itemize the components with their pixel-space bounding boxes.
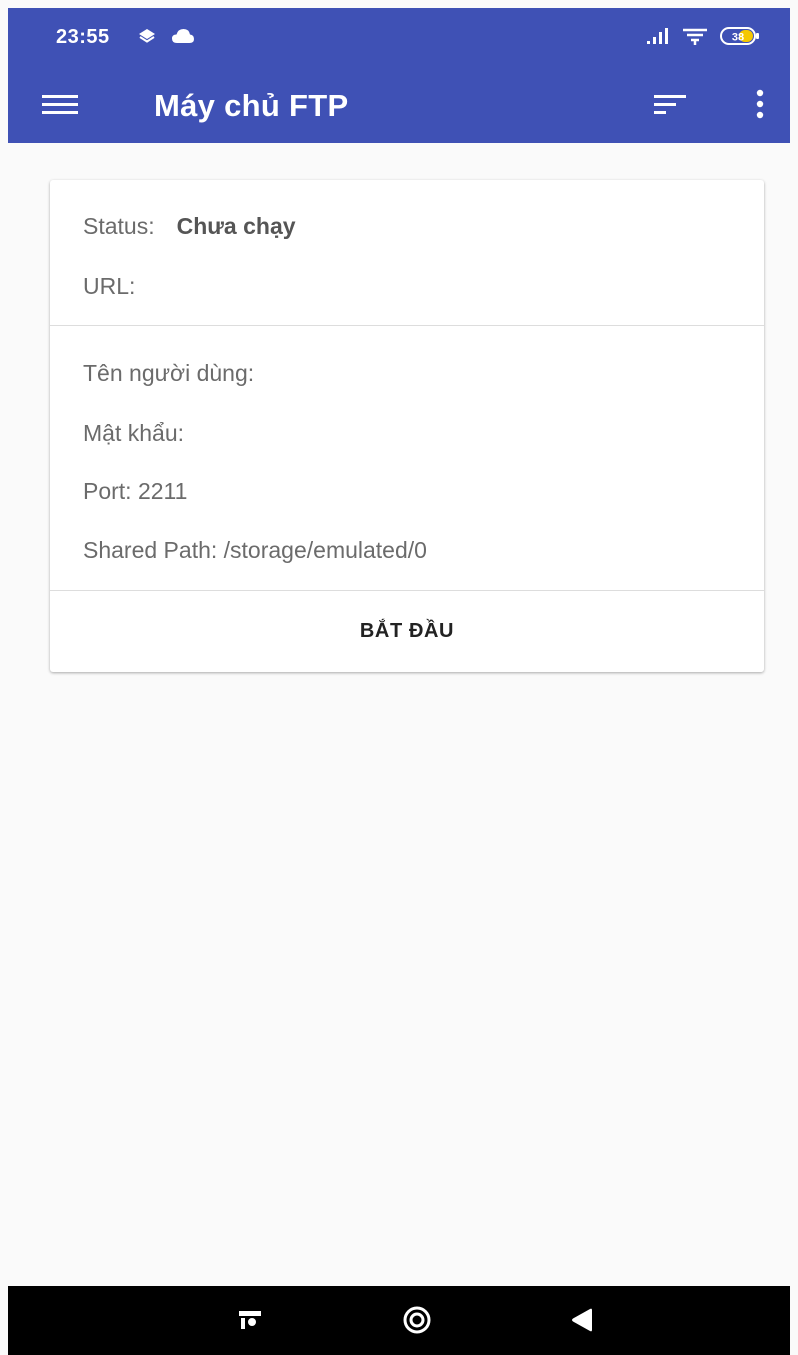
page-title: Máy chủ FTP (154, 88, 349, 123)
status-value: Chưa chạy (176, 213, 296, 239)
port-row: Port: 2211 (83, 478, 187, 505)
menu-icon (40, 92, 80, 121)
password-label: Mật khẩu: (83, 420, 184, 446)
status-label: Status: (83, 213, 155, 239)
wifi-icon (680, 26, 710, 46)
sort-button[interactable] (648, 84, 692, 128)
home-button[interactable] (397, 1302, 437, 1342)
status-bar: 23:55 38 (8, 8, 790, 66)
ftp-server-card: Status: Chưa chạy URL: Tên người dùng: Mậ… (50, 180, 764, 672)
app-bar: 23:55 38 Máy chủ FTP (8, 8, 790, 143)
back-icon (568, 1306, 596, 1339)
more-options-button[interactable] (738, 84, 782, 128)
more-vert-icon (755, 89, 765, 124)
toolbar: Máy chủ FTP (8, 66, 790, 143)
url-row: URL: (83, 273, 135, 300)
cloud-icon (170, 26, 196, 46)
username-label: Tên người dùng: (83, 360, 255, 386)
recents-button[interactable] (230, 1302, 270, 1342)
shared-path-text: Shared Path: /storage/emulated/0 (83, 537, 427, 563)
back-button[interactable] (562, 1302, 602, 1342)
battery-level-text: 38 (732, 32, 744, 44)
recents-icon (237, 1309, 263, 1336)
status-row: Status: Chưa chạy (83, 213, 296, 240)
screen: 23:55 38 Máy chủ FTP Status: Chưa chạy U… (0, 0, 798, 1355)
port-text: Port: 2211 (83, 478, 188, 504)
url-label: URL: (83, 273, 136, 299)
sort-icon (652, 92, 688, 121)
home-icon (401, 1304, 433, 1341)
config-section: Tên người dùng: Mật khẩu: Port: 2211 Sha… (50, 326, 764, 591)
signal-icon (644, 26, 674, 46)
menu-button[interactable] (38, 84, 82, 128)
status-time: 23:55 (56, 26, 110, 48)
start-button[interactable]: BẮT ĐẦU (50, 591, 764, 672)
shared-path-row: Shared Path: /storage/emulated/0 (83, 537, 427, 564)
password-row: Mật khẩu: (83, 420, 184, 447)
navigation-bar (8, 1286, 790, 1355)
username-row: Tên người dùng: (83, 360, 254, 387)
layers-icon (136, 26, 158, 46)
status-section: Status: Chưa chạy URL: (50, 180, 764, 326)
battery-icon: 38 (718, 26, 762, 46)
